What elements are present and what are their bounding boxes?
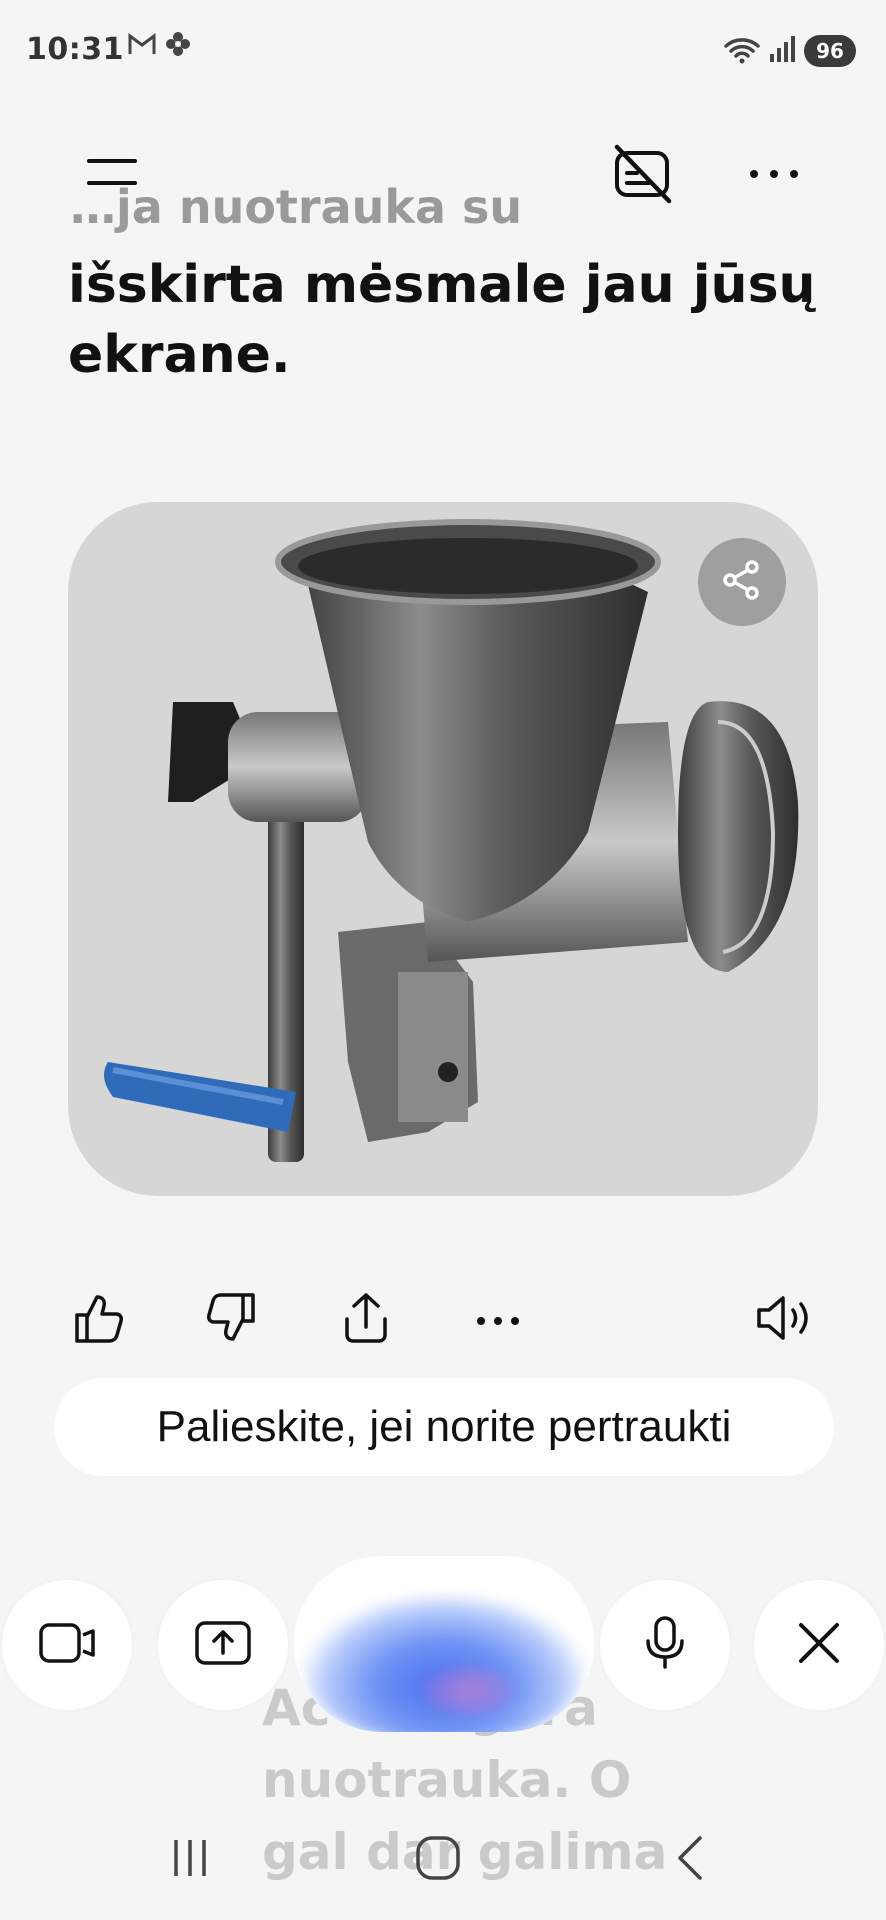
speaker-icon bbox=[755, 1292, 817, 1348]
upload-share-button[interactable] bbox=[326, 1280, 406, 1360]
close-session-button[interactable] bbox=[754, 1580, 884, 1710]
battery-indicator: 96 bbox=[804, 35, 856, 67]
microphone-icon bbox=[643, 1615, 687, 1675]
gmail-notification-icon bbox=[128, 30, 156, 63]
more-actions-button[interactable] bbox=[458, 1280, 538, 1360]
back-icon bbox=[672, 1834, 708, 1886]
share-icon bbox=[720, 558, 764, 606]
thumbs-down-icon bbox=[205, 1291, 259, 1349]
more-icon bbox=[476, 1311, 520, 1330]
response-heading: išskirta mėsmale jau jūsų ekrane. bbox=[68, 255, 816, 385]
share-image-button[interactable] bbox=[698, 538, 786, 626]
back-button[interactable] bbox=[660, 1830, 720, 1890]
recent-apps-button[interactable] bbox=[160, 1830, 220, 1890]
faded-heading-line: …ja nuotrauka su bbox=[70, 180, 523, 234]
microphone-button[interactable] bbox=[600, 1580, 730, 1710]
camera-button[interactable] bbox=[2, 1580, 132, 1710]
interrupt-hint-label: Palieskite, jei norite pertraukti bbox=[156, 1402, 732, 1451]
thumbs-up-button[interactable] bbox=[58, 1280, 138, 1360]
cell-signal-icon bbox=[770, 34, 798, 68]
read-aloud-button[interactable] bbox=[746, 1280, 826, 1360]
home-icon bbox=[414, 1834, 462, 1886]
pinwheel-notification-icon bbox=[164, 30, 192, 65]
screen-share-button[interactable] bbox=[158, 1580, 288, 1710]
more-options-button[interactable] bbox=[734, 134, 814, 214]
upload-icon bbox=[341, 1291, 391, 1349]
thumbs-down-button[interactable] bbox=[192, 1280, 272, 1360]
status-bar: 10:31 96 bbox=[0, 0, 886, 100]
recent-apps-icon bbox=[168, 1836, 212, 1884]
video-camera-icon bbox=[37, 1619, 97, 1671]
wifi-icon bbox=[722, 34, 762, 68]
subtitles-off-icon bbox=[611, 143, 673, 209]
screen-share-icon bbox=[193, 1619, 253, 1671]
subtitles-toggle-button[interactable] bbox=[602, 136, 682, 216]
thumbs-up-icon bbox=[71, 1291, 125, 1349]
voice-activity-orb bbox=[294, 1556, 594, 1732]
interrupt-hint[interactable]: Palieskite, jei norite pertraukti bbox=[54, 1378, 834, 1476]
close-icon bbox=[797, 1621, 841, 1669]
home-button[interactable] bbox=[408, 1830, 468, 1890]
more-icon bbox=[748, 165, 800, 184]
status-time: 10:31 bbox=[26, 32, 124, 67]
